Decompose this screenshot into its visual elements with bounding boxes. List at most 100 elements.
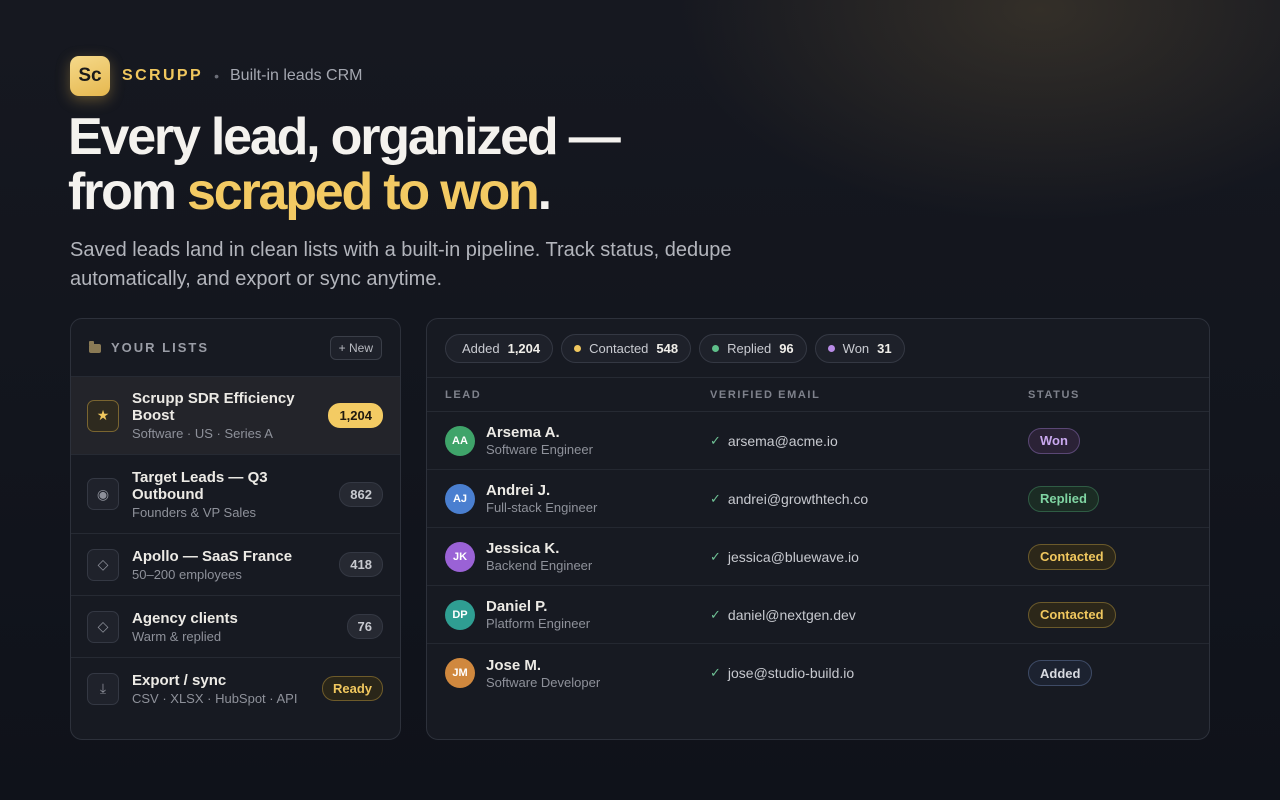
pipeline-stats: Added 1,204 Contacted 548 Replied 96 Won 31 (427, 319, 1209, 377)
check-icon: ✓ (710, 665, 721, 680)
lead-email[interactable]: andrei@growthtech.co (728, 491, 868, 507)
lead-name: Jose M. (486, 656, 542, 674)
lead-cell: JK Jessica K. Backend Engineer (445, 540, 710, 573)
list-item-text: Scrupp SDR Efficiency Boost Software · US… (132, 390, 328, 441)
avatar: AA (445, 425, 475, 456)
email-cell: ✓ daniel@nextgen.dev (710, 607, 1028, 623)
status-badge[interactable]: Won (1028, 427, 1080, 454)
stat-value: 1,204 (507, 340, 541, 356)
list-item[interactable]: ★ Scrupp SDR Efficiency Boost Software · U… (71, 376, 400, 454)
stat-label: Contacted (589, 340, 649, 356)
lists-header: YOUR LISTS + New (71, 319, 400, 376)
stat-value: 31 (877, 340, 892, 356)
status-badge[interactable]: Added (1028, 660, 1093, 686)
status-dot (712, 344, 720, 352)
check-icon: ✓ (710, 490, 721, 506)
list-item-text: Target Leads — Q3 Outbound Founders & VP … (132, 469, 339, 520)
headline-line-1: Every lead, organized — (68, 108, 621, 166)
scrupp-logo: Sc (70, 56, 110, 96)
brand: Sc SCRUPP • Built-in leads CRM (70, 56, 362, 96)
list-item-title: Scrupp SDR Efficiency Boost (132, 390, 295, 424)
column-header-lead[interactable]: LEAD (445, 389, 710, 401)
list-item-subtitle: CSV · XLSX · HubSpot · API (132, 690, 298, 706)
email-cell: ✓ arsema@acme.io (710, 433, 1028, 449)
list-item-count: 76 (346, 614, 383, 639)
lead-email[interactable]: jessica@bluewave.io (728, 549, 859, 565)
lead-info: Arsema A. Software Engineer (486, 424, 593, 457)
list-item-subtitle: Founders & VP Sales (132, 504, 257, 520)
lead-role: Full-stack Engineer (486, 500, 598, 515)
lead-email[interactable]: arsema@acme.io (728, 433, 838, 449)
lead-cell: JM Jose M. Software Developer (445, 657, 710, 690)
diamond-icon: ◇ (87, 548, 119, 581)
lists-title: YOUR LISTS (111, 340, 210, 355)
avatar: DP (445, 599, 475, 630)
stat-added[interactable]: Added 1,204 (445, 333, 554, 363)
lead-name: Jessica K. (486, 540, 560, 557)
list-item[interactable]: ◇ Apollo — SaaS France 50–200 employees 418 (71, 533, 400, 595)
list-item[interactable]: ◇ Agency clients Warm & replied 76 (71, 595, 400, 657)
lists-panel: YOUR LISTS + New ★ Scrupp SDR Efficiency … (70, 318, 401, 740)
headline-line-2-suffix: . (537, 163, 552, 221)
avatar: AJ (445, 483, 475, 514)
status-badge[interactable]: Contacted (1028, 601, 1116, 628)
lead-name: Daniel P. (486, 598, 548, 615)
lead-cell: AJ Andrei J. Full-stack Engineer (445, 482, 710, 515)
headline: Every lead, organized — from scraped to … (68, 108, 621, 221)
stat-contacted[interactable]: Contacted 548 (561, 333, 692, 363)
table-row[interactable]: JK Jessica K. Backend Engineer ✓ jessica@blu… (427, 528, 1209, 586)
lead-email[interactable]: daniel@nextgen.dev (728, 607, 856, 623)
stat-replied[interactable]: Replied 96 (699, 333, 807, 363)
list-item-title: Agency clients (132, 609, 238, 627)
diamond-icon: ◇ (87, 610, 119, 643)
list-item[interactable]: ⤓ Export / sync CSV · XLSX · HubSpot · API… (71, 657, 400, 719)
column-header-email[interactable]: VERIFIED EMAIL (710, 389, 1028, 401)
brand-separator: • (214, 68, 219, 84)
status-badge[interactable]: Contacted (1028, 543, 1116, 570)
list-item-count: 862 (339, 481, 383, 507)
lead-cell: DP Daniel P. Platform Engineer (445, 598, 710, 631)
stat-value: 96 (779, 340, 794, 356)
list-item-title: Export / sync (132, 671, 227, 689)
table-row[interactable]: JM Jose M. Software Developer ✓ jose@studio-… (427, 644, 1209, 702)
lead-role: Software Engineer (486, 442, 593, 457)
avatar: JM (445, 658, 475, 688)
email-cell: ✓ jose@studio-build.io (710, 665, 1028, 681)
list-item[interactable]: ◉ Target Leads — Q3 Outbound Founders & VP… (71, 454, 400, 533)
status-badge[interactable]: Replied (1028, 485, 1099, 512)
list-item-subtitle: Software · US · Series A (132, 426, 273, 441)
leads-panel: Added 1,204 Contacted 548 Replied 96 Won 31 LEA… (426, 318, 1210, 740)
subtitle: Saved leads land in clean lists with a b… (70, 239, 732, 290)
lead-cell: AA Arsema A. Software Engineer (445, 424, 710, 457)
headline-line-2-prefix: from (68, 163, 188, 221)
list-item-text: Apollo — SaaS France 50–200 employees (132, 548, 339, 582)
email-cell: ✓ jessica@bluewave.io (710, 549, 1028, 565)
table-header: LEAD VERIFIED EMAIL STATUS (427, 377, 1209, 412)
lead-role: Backend Engineer (486, 558, 593, 573)
lead-info: Jessica K. Backend Engineer (486, 540, 592, 573)
column-header-status[interactable]: STATUS (1028, 389, 1080, 401)
brand-name: SCRUPP (122, 67, 204, 84)
check-icon: ✓ (710, 606, 721, 622)
lead-role: Software Developer (486, 674, 601, 690)
avatar: JK (445, 541, 475, 572)
stat-won[interactable]: Won 31 (814, 333, 905, 363)
stat-label: Added (462, 340, 500, 356)
check-icon: ✓ (710, 548, 721, 564)
list-item-text: Agency clients Warm & replied (132, 610, 347, 644)
stat-label: Won (842, 340, 870, 356)
email-cell: ✓ andrei@growthtech.co (710, 491, 1028, 507)
list-item-title: Target Leads — Q3 Outbound (132, 468, 268, 503)
lead-email[interactable]: jose@studio-build.io (728, 665, 854, 681)
lead-info: Jose M. Software Developer (486, 657, 600, 690)
table-row[interactable]: AA Arsema A. Software Engineer ✓ arsema@acme… (427, 412, 1209, 470)
table-row[interactable]: AJ Andrei J. Full-stack Engineer ✓ andrei@gr… (427, 470, 1209, 528)
lead-info: Daniel P. Platform Engineer (486, 598, 590, 631)
headline-accent: scraped to won (187, 163, 540, 221)
new-list-button[interactable]: + New (329, 335, 382, 360)
list-item-subtitle: Warm & replied (132, 628, 222, 644)
star-icon: ★ (87, 399, 119, 432)
list-item-count: Ready (321, 676, 383, 701)
folder-icon (89, 340, 101, 353)
table-row[interactable]: DP Daniel P. Platform Engineer ✓ daniel@next… (427, 586, 1209, 644)
